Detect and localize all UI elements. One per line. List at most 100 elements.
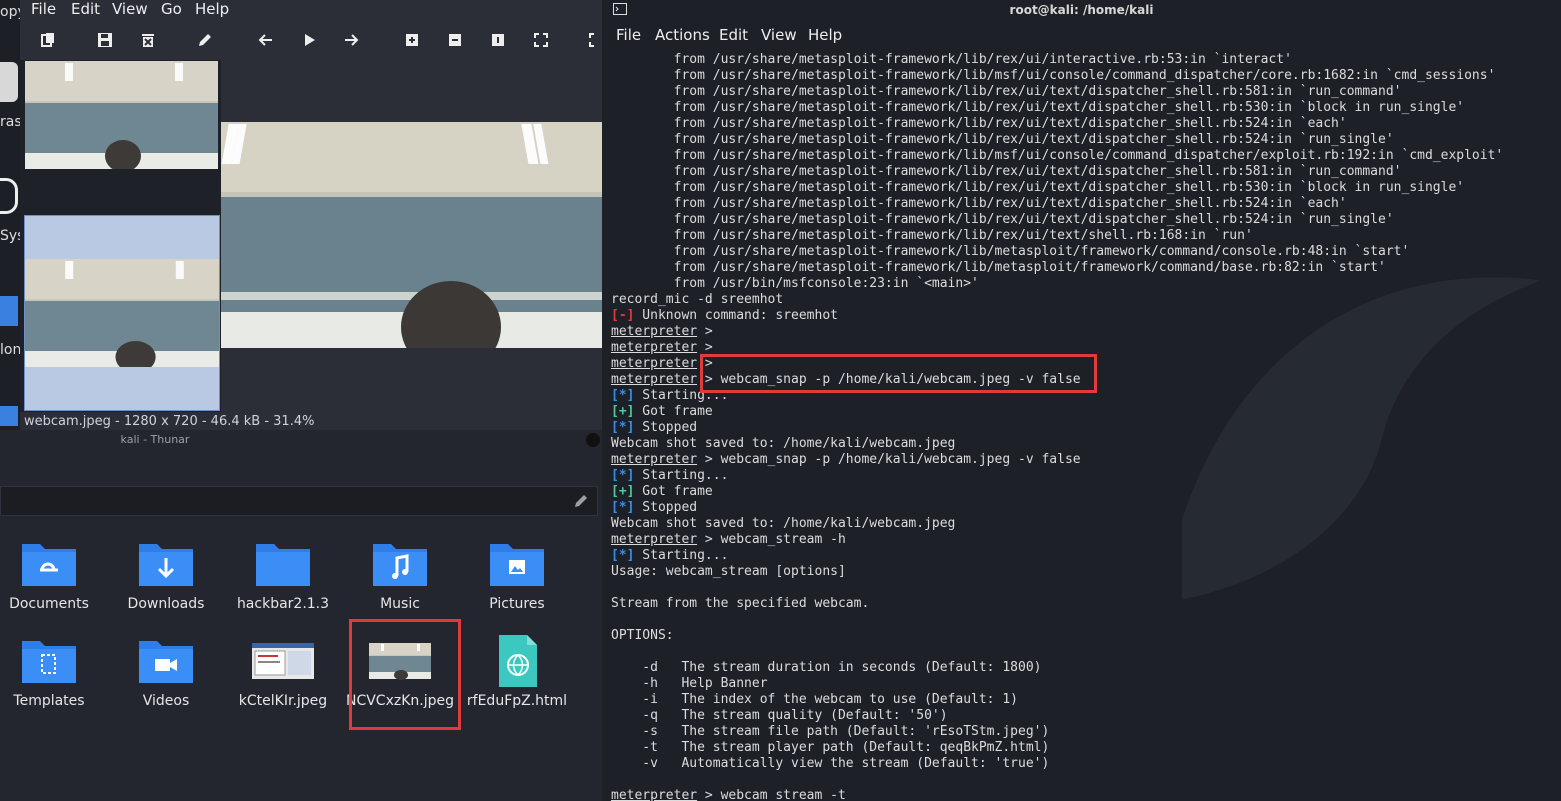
- folder-templates-icon: [22, 641, 76, 683]
- delete-icon[interactable]: [138, 30, 158, 50]
- pencil-icon[interactable]: [573, 493, 589, 509]
- terminal-menubar: File Actions Edit View Help: [602, 24, 1561, 48]
- folder-icon: [256, 544, 310, 586]
- file-name: kCtelKIr.jpeg: [238, 693, 328, 709]
- terminal-output[interactable]: from /usr/share/metasploit-framework/lib…: [611, 52, 1556, 801]
- arrow-left-icon[interactable]: [256, 30, 276, 50]
- terminal-line: -v Automatically view the stream (Defaul…: [611, 756, 1050, 771]
- file-item-hackbar[interactable]: hackbar2.1.3: [228, 530, 338, 626]
- desktop-label-4: lon: [0, 342, 20, 358]
- file-item-rfedufpz[interactable]: rfEduFpZ.html: [462, 627, 572, 723]
- terminal-line: record_mic -d sreemhot: [611, 292, 784, 307]
- folder-icon[interactable]: [0, 406, 18, 426]
- highlight-box-file: [349, 619, 461, 730]
- viewer-menubar: File Edit View Go Help: [20, 0, 602, 20]
- window-control-icon[interactable]: [586, 433, 600, 447]
- terminal-text: Got frame: [634, 484, 713, 499]
- terminal-menu-view[interactable]: View: [761, 26, 797, 44]
- thumbnail-selected[interactable]: [24, 215, 220, 411]
- home-icon[interactable]: [0, 296, 18, 326]
- desktop-label-3: Sys: [0, 228, 20, 244]
- file-name: Music: [380, 596, 420, 612]
- arrow-right-icon[interactable]: [341, 30, 361, 50]
- file-item-documents[interactable]: Documents: [0, 530, 104, 626]
- viewer-menu-file[interactable]: File: [31, 0, 56, 18]
- terminal-line: from /usr/share/metasploit-framework/lib…: [611, 100, 1465, 115]
- terminal-command: >: [697, 324, 713, 339]
- viewer-menu-help[interactable]: Help: [195, 0, 229, 18]
- terminal-text: Stopped: [634, 420, 698, 435]
- zoom-fit-icon[interactable]: [531, 30, 551, 50]
- terminal-line: from /usr/bin/msfconsole:23:in `<main>': [611, 276, 979, 291]
- file-manager-window: kali - Thunar Documents Downloads hackba…: [0, 430, 602, 801]
- viewer-menu-edit[interactable]: Edit: [71, 0, 100, 18]
- zoom-in-icon[interactable]: [402, 30, 422, 50]
- open-icon[interactable]: [38, 30, 58, 50]
- image-thumbnail-icon: [252, 643, 314, 679]
- file-item-downloads[interactable]: Downloads: [111, 530, 221, 626]
- terminal-line: -t The stream player path (Default: qeqB…: [611, 740, 1050, 755]
- highlight-box-command: [700, 354, 1097, 393]
- terminal-line: meterpreter >: [611, 324, 1556, 340]
- play-icon[interactable]: [299, 30, 319, 50]
- trash-icon[interactable]: [0, 62, 18, 102]
- meterpreter-prompt: meterpreter: [611, 356, 698, 371]
- zoom-out-icon[interactable]: [445, 30, 465, 50]
- thumbnail-2-image: [25, 259, 219, 367]
- terminal-line: Webcam shot saved to: /home/kali/webcam.…: [611, 516, 956, 531]
- terminal-menu-edit[interactable]: Edit: [719, 26, 748, 44]
- file-name: Downloads: [127, 596, 205, 612]
- terminal-menu-help[interactable]: Help: [808, 26, 842, 44]
- file-item-kctelkir[interactable]: kCtelKIr.jpeg: [228, 627, 338, 723]
- file-item-templates[interactable]: Templates: [0, 627, 104, 723]
- meterpreter-prompt: meterpreter: [611, 452, 698, 467]
- zoom-100-icon[interactable]: [488, 30, 508, 50]
- file-item-pictures[interactable]: Pictures: [462, 530, 572, 626]
- terminal-line: -s The stream file path (Default: 'rEsoT…: [611, 724, 1050, 739]
- terminal-titlebar: root@kali: /home/kali: [602, 0, 1561, 20]
- status-tag: [*]: [611, 500, 635, 515]
- image-viewer-window: File Edit View Go Help webcam.jpeg - 128…: [20, 0, 602, 430]
- main-image: [221, 122, 602, 348]
- file-item-music[interactable]: Music: [345, 530, 455, 626]
- meterpreter-prompt: meterpreter: [611, 372, 698, 387]
- thumbnail-1[interactable]: [25, 61, 218, 169]
- terminal-line: from /usr/share/metasploit-framework/lib…: [611, 84, 1402, 99]
- terminal-line: -h Help Banner: [611, 676, 768, 691]
- status-tag: [*]: [611, 420, 635, 435]
- viewer-menu-go[interactable]: Go: [161, 0, 182, 18]
- terminal-line: Stream from the specified webcam.: [611, 596, 870, 611]
- terminal-line: [+] Got frame: [611, 484, 1556, 500]
- terminal-menu-actions[interactable]: Actions: [655, 26, 710, 44]
- status-tag: [*]: [611, 548, 635, 563]
- thunar-title: kali - Thunar: [120, 433, 190, 446]
- terminal-menu-file[interactable]: File: [616, 26, 641, 44]
- status-tag: [*]: [611, 388, 635, 403]
- terminal-line: from /usr/share/metasploit-framework/lib…: [611, 244, 1410, 259]
- file-grid: Documents Downloads hackbar2.1.3 Music P…: [0, 520, 602, 801]
- filesystem-icon[interactable]: [0, 178, 18, 214]
- folder-videos-icon: [139, 641, 193, 683]
- terminal-line: from /usr/share/metasploit-framework/lib…: [611, 180, 1465, 195]
- folder-pictures-icon: [490, 544, 544, 586]
- thumbnail-bar: [20, 60, 221, 412]
- terminal-line: [*] Starting...: [611, 548, 1556, 564]
- thunar-toolbar: [0, 450, 602, 482]
- terminal-line: from /usr/share/metasploit-framework/lib…: [611, 260, 1386, 275]
- folder-music-icon: [373, 544, 427, 586]
- viewer-menu-view[interactable]: View: [112, 0, 148, 18]
- terminal-line: Webcam shot saved to: /home/kali/webcam.…: [611, 436, 956, 451]
- status-tag: [-]: [611, 308, 635, 323]
- save-icon[interactable]: [95, 30, 115, 50]
- location-bar[interactable]: [0, 486, 598, 516]
- edit-icon[interactable]: [195, 30, 215, 50]
- terminal-line: [*] Stopped: [611, 420, 1556, 436]
- thunar-titlebar: kali - Thunar: [0, 430, 602, 450]
- terminal-text: Starting...: [634, 468, 729, 483]
- file-item-videos[interactable]: Videos: [111, 627, 221, 723]
- terminal-line: meterpreter > webcam_stream -t: [611, 788, 1556, 801]
- terminal-command: >: [697, 340, 713, 355]
